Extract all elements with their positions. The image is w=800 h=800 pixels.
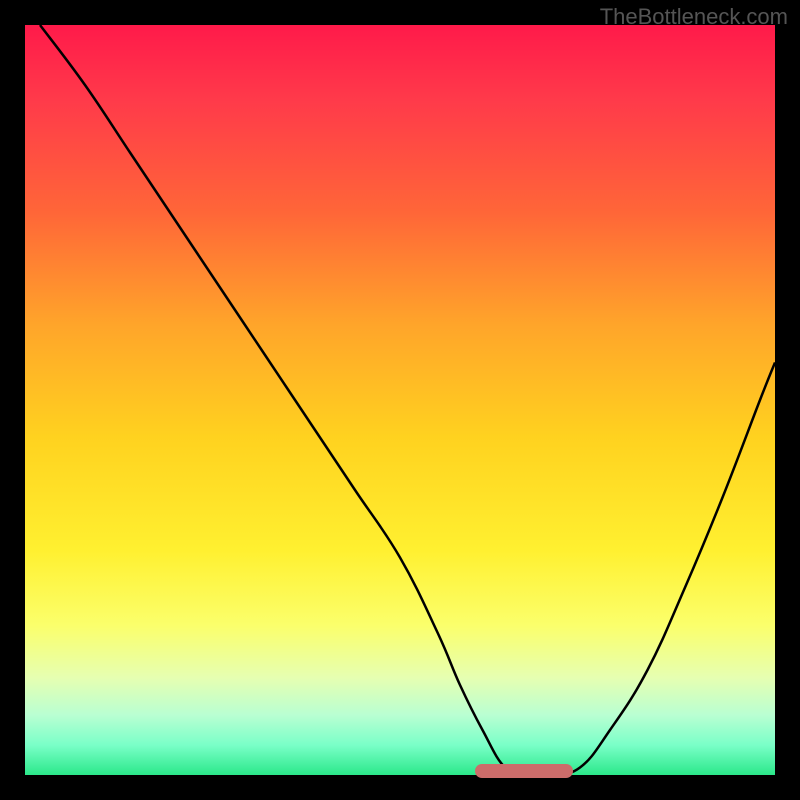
curve-line [40,25,775,775]
optimal-region-marker [475,764,573,778]
chart-plot-area [25,25,775,775]
bottleneck-curve [25,25,775,775]
watermark-text: TheBottleneck.com [600,4,788,30]
